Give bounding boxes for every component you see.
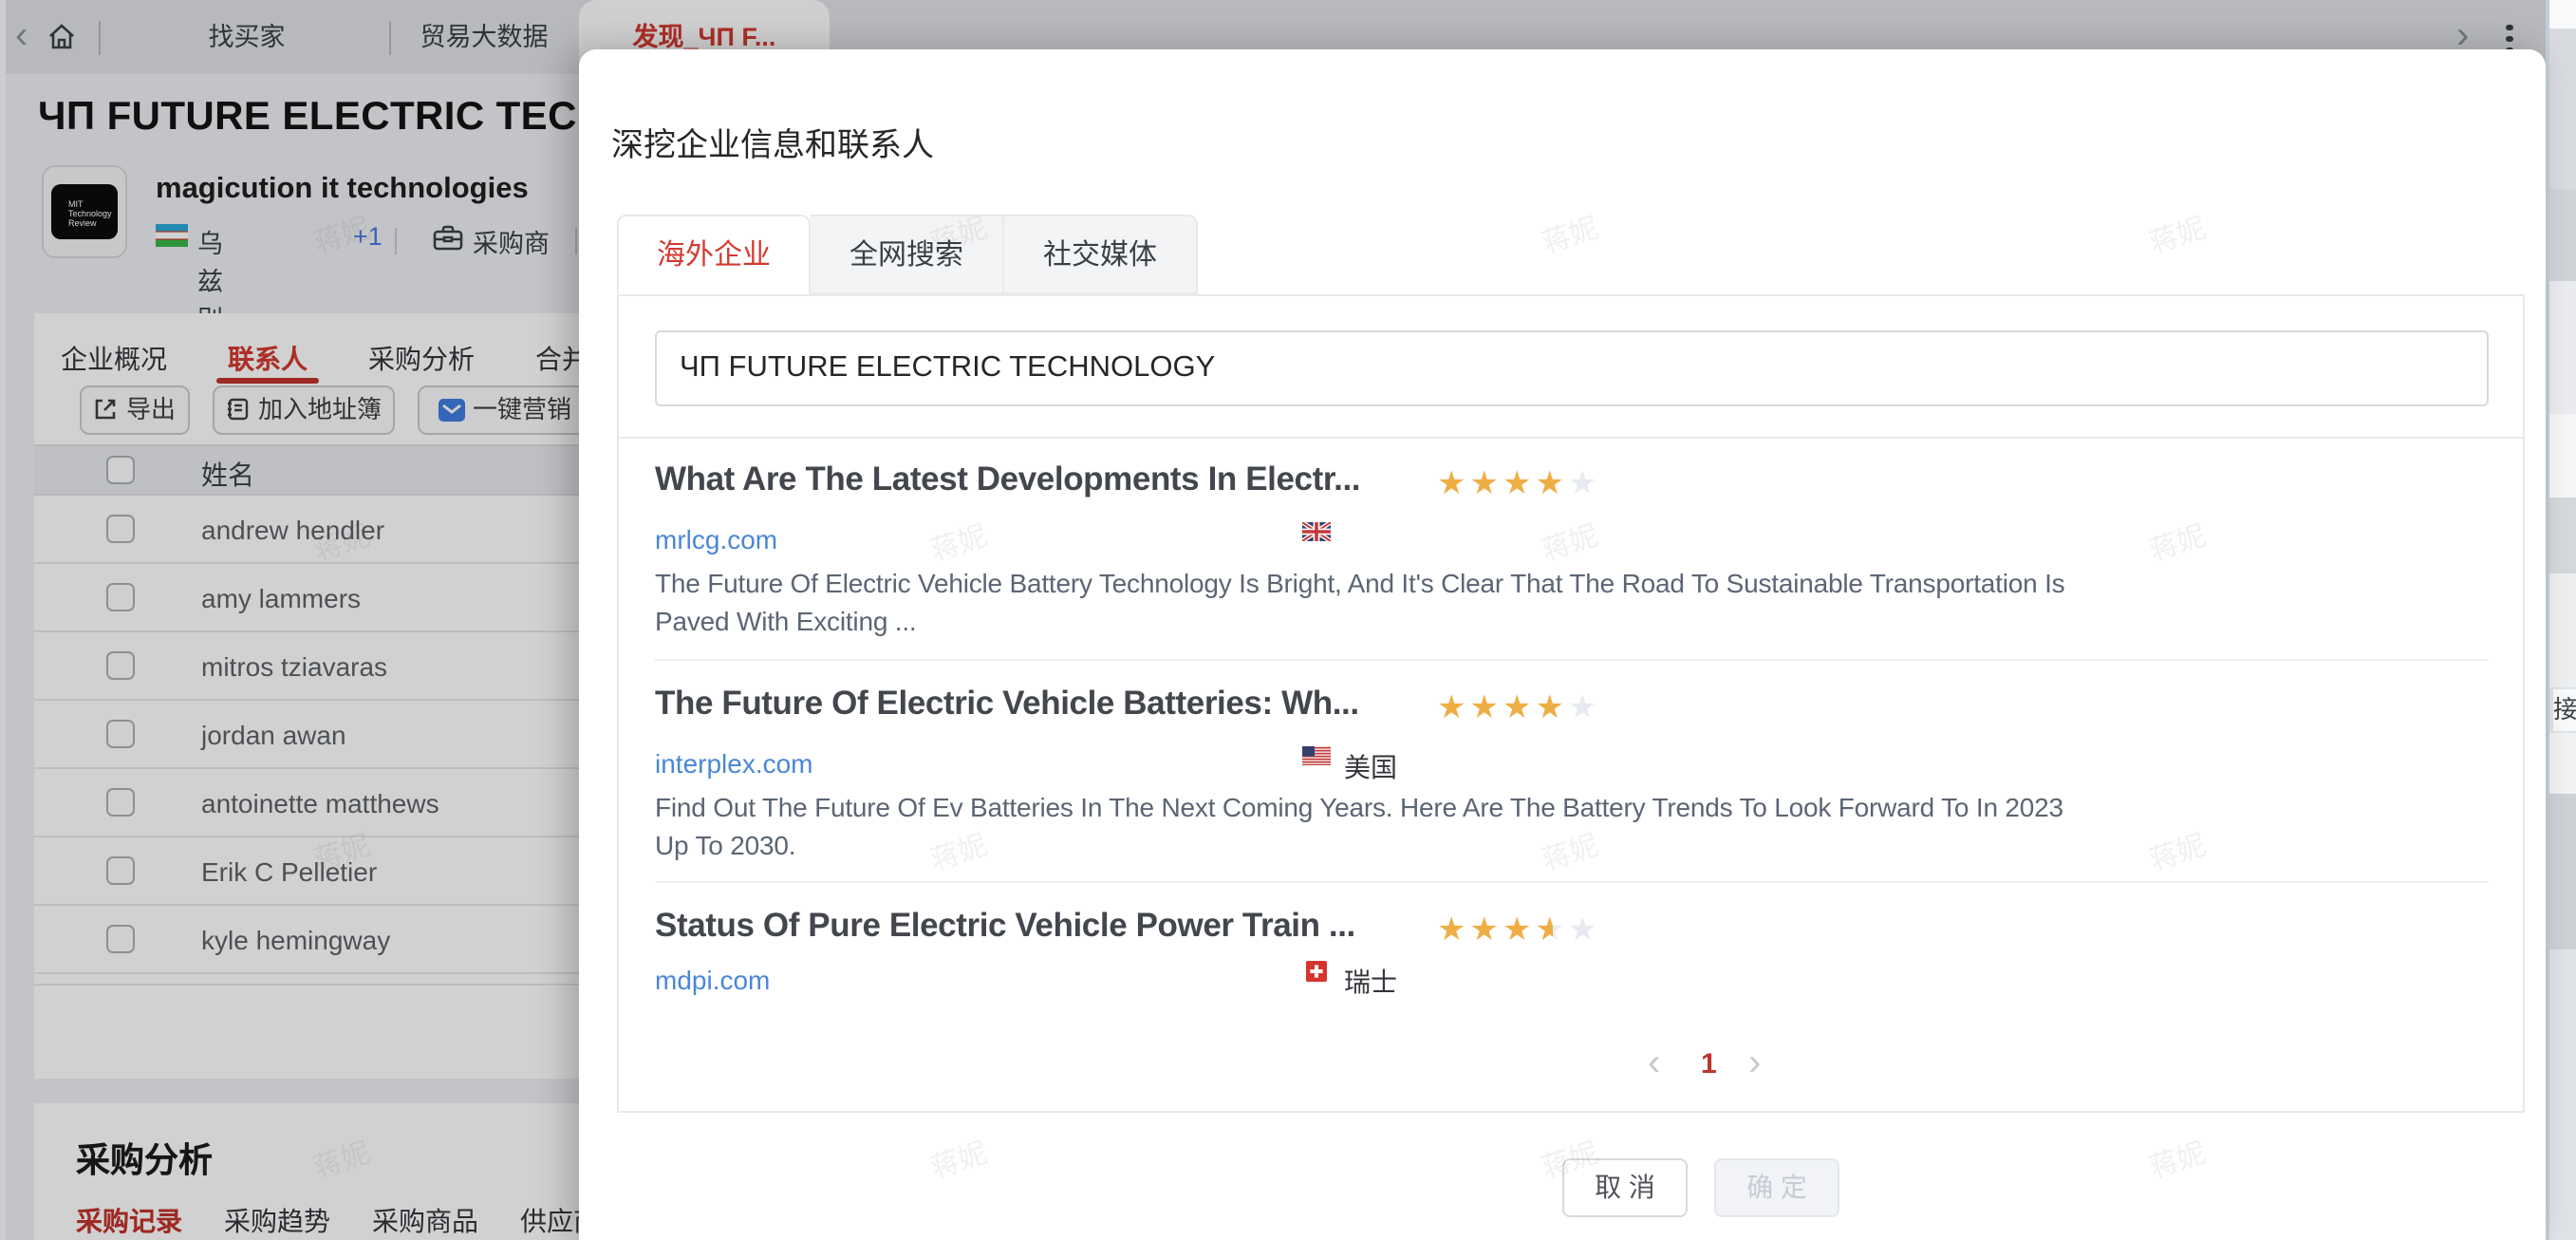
company-search-input[interactable] <box>655 330 2489 406</box>
star-icon <box>1536 465 1569 503</box>
cancel-button[interactable]: 取 消 <box>1562 1158 1688 1217</box>
star-icon <box>1503 689 1536 727</box>
rating-stars <box>1437 911 1601 949</box>
modal-tab-overseas[interactable]: 海外企业 <box>617 215 811 294</box>
star-icon <box>1503 911 1536 949</box>
edge-text-fragment: 接 <box>2553 689 2576 731</box>
rating-stars <box>1437 689 1601 727</box>
pagination-prev-icon[interactable]: ‹ <box>1648 1046 1660 1080</box>
us-flag-icon <box>1302 746 1331 765</box>
screen: ‹ 找买家 贸易大数据 发现_ЧП F... › ЧП FUTURE ELECT… <box>0 0 2576 1240</box>
result-url-link[interactable]: interplex.com <box>655 748 813 779</box>
modal-title: 深挖企业信息和联系人 <box>611 118 934 165</box>
star-icon <box>1437 689 1470 727</box>
star-icon <box>1470 465 1503 503</box>
result-title-link[interactable]: Status Of Pure Electric Vehicle Power Tr… <box>655 906 1355 946</box>
modal-tab-social-media[interactable]: 社交媒体 <box>1004 215 1198 294</box>
result-title-link[interactable]: The Future Of Electric Vehicle Batteries… <box>655 684 1359 723</box>
star-icon <box>1536 911 1569 949</box>
overseas-panel: What Are The Latest Developments In Elec… <box>617 294 2525 1113</box>
confirm-button[interactable]: 确 定 <box>1714 1158 1839 1217</box>
star-icon <box>1568 911 1601 949</box>
star-icon <box>1568 689 1601 727</box>
result-country: 瑞士 <box>1344 963 1397 1001</box>
star-icon <box>1470 689 1503 727</box>
pagination-next-icon[interactable]: › <box>1748 1046 1761 1080</box>
star-icon <box>1536 689 1569 727</box>
deep-dig-modal: 深挖企业信息和联系人 海外企业 全网搜索 社交媒体 What Are The L… <box>579 49 2546 1240</box>
result-url-link[interactable]: mdpi.com <box>655 965 770 995</box>
star-icon <box>1470 911 1503 949</box>
star-icon <box>1437 465 1470 503</box>
result-title-link[interactable]: What Are The Latest Developments In Elec… <box>655 460 1360 499</box>
right-edge-strip: 接 <box>2546 0 2576 1240</box>
uk-flag-icon <box>1302 522 1331 541</box>
result-description: Find Out The Future Of Ev Batteries In T… <box>655 790 2075 864</box>
star-icon <box>1437 911 1470 949</box>
pagination-page-1[interactable]: 1 <box>1701 1048 1717 1080</box>
result-url-link[interactable]: mrlcg.com <box>655 524 777 554</box>
result-country: 美国 <box>1344 748 1397 786</box>
star-icon <box>1568 465 1601 503</box>
star-icon <box>1503 465 1536 503</box>
modal-tab-web-search[interactable]: 全网搜索 <box>811 215 1004 294</box>
switzerland-flag-icon <box>1306 961 1327 982</box>
result-description: The Future Of Electric Vehicle Battery T… <box>655 566 2075 640</box>
rating-stars <box>1437 465 1601 503</box>
